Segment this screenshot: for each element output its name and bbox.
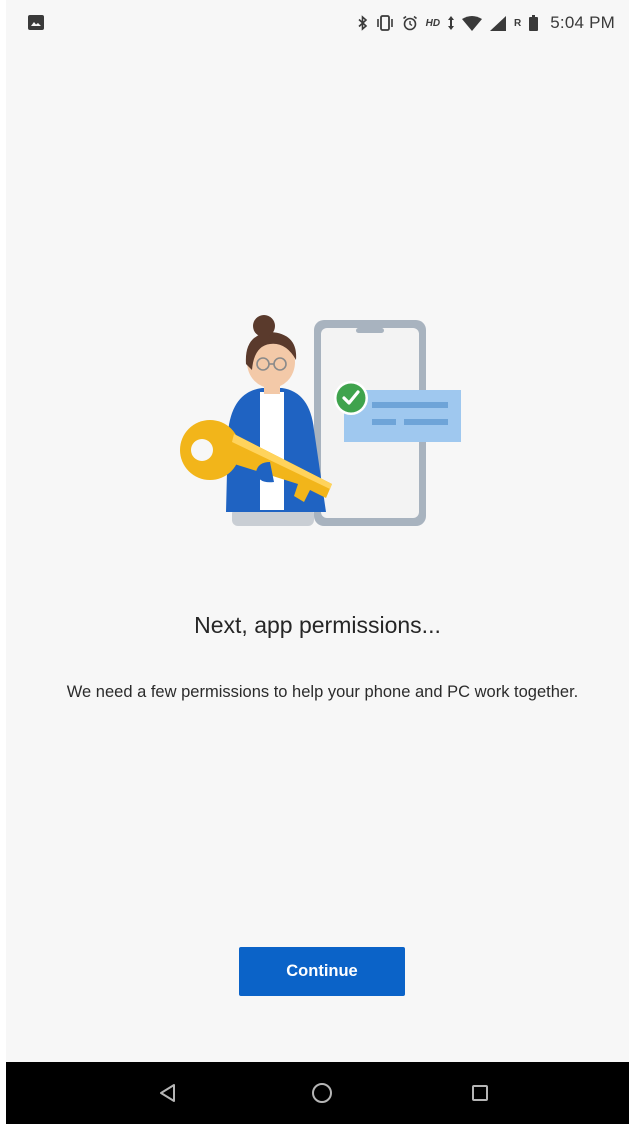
home-button[interactable] bbox=[292, 1062, 352, 1124]
permissions-illustration bbox=[180, 315, 461, 526]
image-notification-icon bbox=[28, 15, 44, 30]
recents-button[interactable] bbox=[450, 1062, 510, 1124]
cell-signal-icon bbox=[490, 15, 507, 31]
check-circle-icon bbox=[334, 381, 368, 415]
navigation-bar bbox=[6, 1062, 629, 1124]
page-title: Next, app permissions... bbox=[194, 612, 441, 638]
back-button[interactable] bbox=[138, 1062, 198, 1124]
hd-voice-icon: HD bbox=[425, 17, 441, 29]
roaming-icon: R bbox=[514, 17, 522, 29]
back-icon bbox=[160, 1084, 175, 1102]
status-time: 5:04 PM bbox=[550, 13, 615, 32]
data-arrows-icon bbox=[448, 16, 455, 30]
status-bar: HD R 5:04 PM bbox=[6, 0, 629, 48]
person-graphic bbox=[226, 315, 326, 526]
battery-icon bbox=[529, 15, 539, 31]
wifi-icon bbox=[462, 15, 483, 31]
recents-icon bbox=[472, 1085, 488, 1101]
continue-button[interactable]: Continue bbox=[239, 947, 405, 996]
alarm-icon bbox=[402, 15, 417, 31]
app-screen: HD R 5:04 PM Next, app permissions... We… bbox=[6, 0, 629, 1124]
bluetooth-icon bbox=[358, 15, 367, 31]
status-icons: HD R 5:04 PM bbox=[358, 11, 615, 35]
vibrate-icon bbox=[376, 15, 393, 31]
home-icon bbox=[312, 1083, 332, 1103]
permissions-description: We need a few permissions to help your p… bbox=[66, 683, 579, 701]
